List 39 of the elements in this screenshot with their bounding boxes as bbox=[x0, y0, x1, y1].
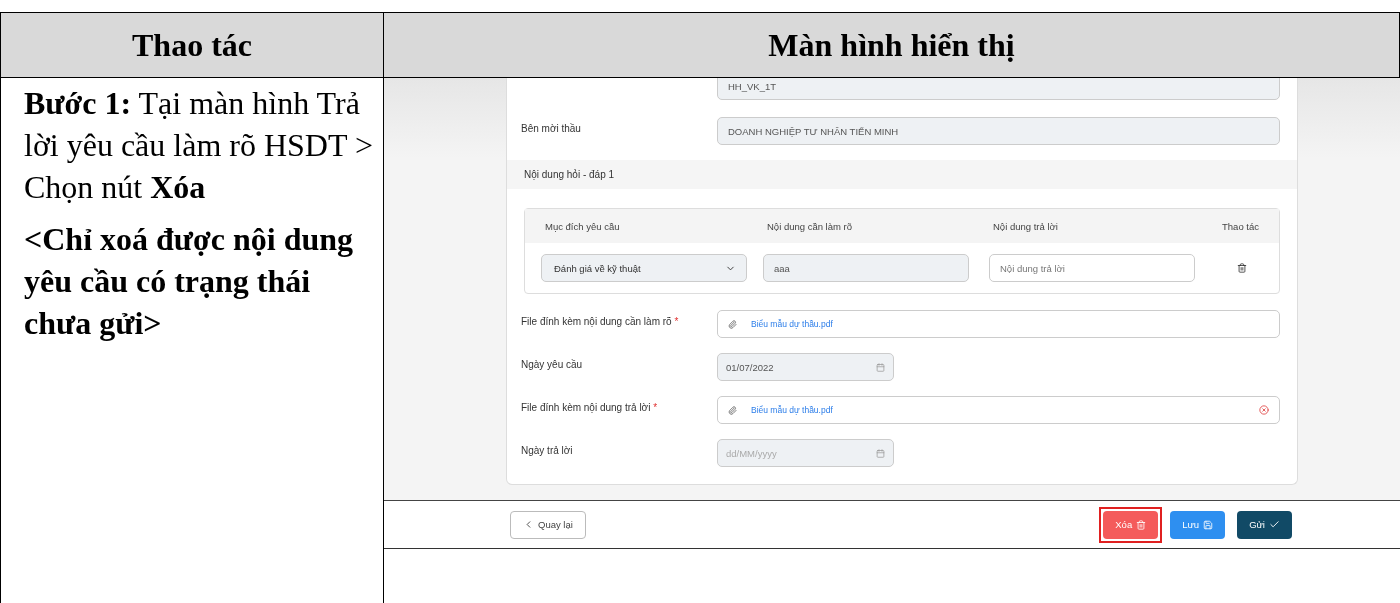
remove-icon[interactable] bbox=[1259, 405, 1269, 415]
file-field[interactable]: Biểu mẫu dự thầu.pdf bbox=[717, 310, 1280, 338]
step-text: Bước 1: Tại màn hình Trả lời yêu cầu làm rõ HSDT > Chọn nút Xóa bbox=[24, 84, 374, 207]
table-header: Mục đích yêu cầu bbox=[545, 220, 621, 232]
content-field[interactable]: aaa bbox=[763, 254, 969, 282]
back-button[interactable]: Quay lại bbox=[510, 510, 586, 539]
column-header: Màn hình hiển thị bbox=[384, 13, 1400, 78]
calendar-icon bbox=[876, 362, 885, 372]
delete-button[interactable]: Xóa bbox=[1103, 510, 1159, 539]
delete-icon[interactable] bbox=[1237, 263, 1247, 273]
table-header: Thao tác bbox=[1222, 220, 1259, 232]
inviter-field[interactable]: DOANH NGHIỆP TƯ NHÂN TIẾN MINH bbox=[717, 117, 1280, 145]
field-label: File đính kèm nội dung cần làm rõ * bbox=[521, 315, 680, 327]
required-mark: * bbox=[674, 316, 679, 327]
package-field[interactable]: HH_VK_1T bbox=[717, 78, 1280, 100]
file-link[interactable]: Biểu mẫu dự thầu.pdf bbox=[751, 319, 833, 329]
paperclip-icon bbox=[728, 405, 737, 415]
file-link[interactable]: Biểu mẫu dự thầu.pdf bbox=[751, 405, 833, 415]
field-label: Ngày yêu cầu bbox=[521, 358, 584, 370]
step-note: <Chỉ xoá được nội dung yêu cầu có trạng thái chưa gửi> bbox=[24, 220, 355, 343]
purpose-select[interactable]: Đánh giá về kỹ thuật bbox=[541, 254, 747, 282]
save-button[interactable]: Lưu bbox=[1170, 510, 1226, 539]
field-label: Ngày trả lời bbox=[521, 444, 574, 456]
check-icon bbox=[1269, 519, 1280, 530]
table-header: Nội dung trả lời bbox=[993, 220, 1059, 232]
calendar-icon bbox=[876, 448, 885, 458]
required-mark: * bbox=[653, 402, 658, 413]
field-label: File đính kèm nội dung trả lời * bbox=[521, 401, 659, 413]
date-field[interactable]: 01/07/2022 bbox=[717, 353, 894, 381]
save-icon bbox=[1203, 519, 1214, 530]
file-field[interactable]: Biểu mẫu dự thầu.pdf bbox=[717, 396, 1280, 424]
section-title: Nội dung hỏi - đáp 1 bbox=[507, 160, 1297, 189]
trash-icon bbox=[1136, 519, 1147, 530]
send-button[interactable]: Gửi bbox=[1237, 510, 1292, 539]
column-header: Thao tác bbox=[1, 13, 384, 78]
field-label: Bên mời thầu bbox=[521, 122, 582, 134]
table-header: Nội dung cần làm rõ bbox=[767, 220, 854, 232]
answer-field[interactable]: Nội dung trả lời bbox=[989, 254, 1195, 282]
paperclip-icon bbox=[728, 319, 737, 329]
